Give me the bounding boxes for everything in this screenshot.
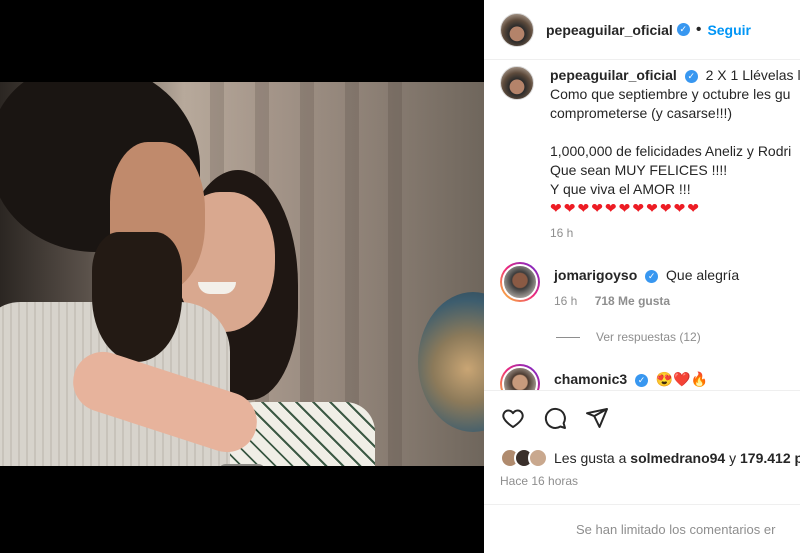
likes-summary[interactable]: Les gusta a solmedrano94 y 179.412 p <box>500 448 800 468</box>
post-actions-section: Les gusta a solmedrano94 y 179.412 p Hac… <box>484 390 800 553</box>
caption-line: 2 X 1 Llévelas lle <box>705 67 800 83</box>
liker-username[interactable]: solmedrano94 <box>630 450 725 466</box>
likes-prefix: Les gusta a <box>554 450 627 466</box>
heart-icon[interactable] <box>500 405 526 431</box>
commenter-username[interactable]: jomarigoyso <box>554 267 637 283</box>
commenter-username[interactable]: chamonic3 <box>554 371 627 387</box>
view-replies-label: Ver respuestas (12) <box>596 330 701 344</box>
action-bar <box>500 405 610 431</box>
follow-button[interactable]: Seguir <box>707 22 751 38</box>
likes-count[interactable]: 179.412 p <box>740 450 800 466</box>
caption-author-username[interactable]: pepeaguilar_oficial <box>550 67 677 83</box>
verified-badge-icon: ✓ <box>645 269 659 283</box>
post-side-panel: pepeaguilar_oficial ✓ • Seguir pepeaguil… <box>484 0 800 553</box>
comments-limited-text: Se han limitado los comentarios er <box>576 522 776 537</box>
caption-line: Como que septiembre y octubre les gu <box>550 86 791 102</box>
caption-author-avatar[interactable] <box>500 66 534 100</box>
verified-badge-icon: ✓ <box>684 69 698 83</box>
share-icon[interactable] <box>584 405 610 431</box>
caption-line: 1,000,000 de felicidades Aneliz y Rodri <box>550 143 792 159</box>
post-time[interactable]: Hace 16 horas <box>500 474 578 488</box>
caption-line: comprometerse (y casarse!!!) <box>550 105 733 121</box>
comment-item: jomarigoyso ✓ Que alegría 16 h 718 Me gu… <box>500 262 739 310</box>
comments-limited-notice: Se han limitado los comentarios er <box>484 504 800 553</box>
comment-text: Que alegría <box>666 267 740 283</box>
watch <box>218 464 266 466</box>
comment-text: 😍❤️🔥 <box>655 371 709 387</box>
likes-mid: y <box>729 450 737 466</box>
comment-time[interactable]: 16 h <box>554 294 577 308</box>
author-username[interactable]: pepeaguilar_oficial <box>546 22 673 38</box>
post-photo[interactable] <box>0 82 484 466</box>
separator-dot: • <box>695 20 702 38</box>
post-header: pepeaguilar_oficial ✓ • Seguir <box>484 0 800 60</box>
caption-line: Que sean MUY FELICES !!!! <box>550 162 728 178</box>
commenter-avatar[interactable] <box>500 262 540 302</box>
author-avatar[interactable] <box>500 12 534 47</box>
caption-time[interactable]: 16 h <box>550 224 800 243</box>
view-replies-button[interactable]: Ver respuestas (12) <box>556 330 701 344</box>
verified-badge-icon: ✓ <box>635 373 649 387</box>
post-media <box>0 0 484 553</box>
wall-art <box>418 292 484 432</box>
comment-likes[interactable]: 718 Me gusta <box>595 294 670 308</box>
comment-icon[interactable] <box>542 405 568 431</box>
post-caption: pepeaguilar_oficial ✓ 2 X 1 Llévelas lle… <box>500 66 800 243</box>
liker-avatars <box>500 448 548 468</box>
caption-line: Y que viva el AMOR !!! <box>550 181 691 197</box>
caption-hearts: ❤❤❤❤❤❤❤❤❤❤❤ <box>550 200 702 216</box>
verified-badge-icon: ✓ <box>676 23 690 36</box>
